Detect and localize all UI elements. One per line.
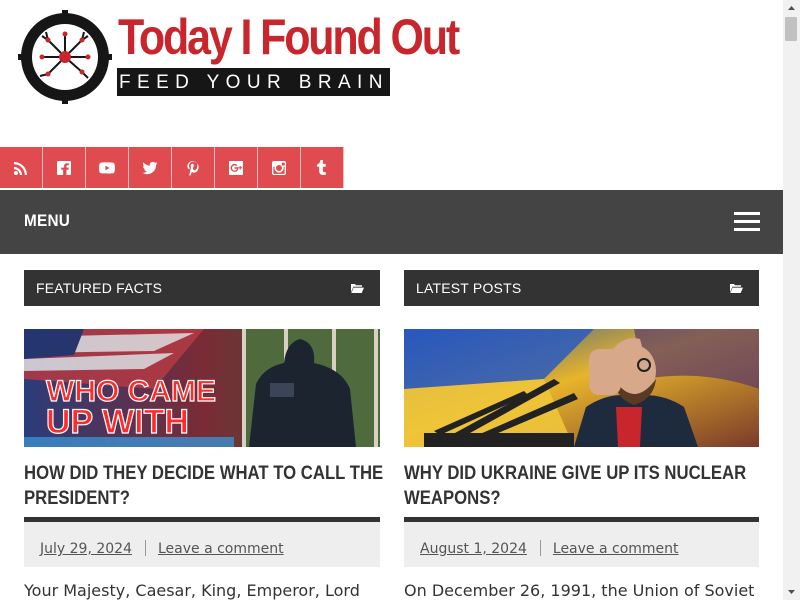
menu-label[interactable]: MENU: [24, 211, 70, 231]
meta-separator: [144, 540, 146, 556]
folder-open-icon: [730, 284, 743, 293]
latest-posts-widget: LATEST POSTS WHY DID UKRAINE GIVE UP ITS…: [404, 270, 759, 600]
latest-posts-header: LATEST POSTS: [404, 270, 759, 306]
featured-post-thumbnail[interactable]: WHO CAME UP WITH: [24, 329, 380, 447]
scroll-down-arrow-icon[interactable]: [783, 583, 800, 600]
featured-facts-widget: FEATURED FACTS WHO CAME UP WITH HOW DID …: [24, 270, 383, 600]
twitter-icon: [142, 161, 158, 174]
scroll-up-arrow-icon[interactable]: [783, 0, 800, 17]
tumblr-button[interactable]: [301, 147, 344, 188]
president-thumbnail-image: WHO CAME UP WITH: [24, 329, 380, 447]
thumbnail-text-line2: UP WITH: [46, 403, 189, 441]
scrollbar-thumb[interactable]: [785, 17, 797, 41]
latest-comment-link[interactable]: Leave a comment: [553, 541, 679, 557]
featured-post-excerpt: Your Majesty, Caesar, King, Emperor, Lor…: [24, 581, 360, 600]
hamburger-menu-icon[interactable]: [734, 212, 760, 232]
instagram-button[interactable]: [258, 147, 301, 188]
rss-icon: [14, 161, 27, 175]
latest-posts-title: LATEST POSTS: [416, 280, 522, 296]
facebook-button[interactable]: [43, 147, 86, 188]
ukraine-thumbnail-image: [404, 329, 759, 447]
featured-post-meta: July 29, 2024 Leave a comment: [24, 517, 380, 567]
google-plus-button[interactable]: [215, 147, 258, 188]
youtube-button[interactable]: [86, 147, 129, 188]
featured-facts-header: FEATURED FACTS: [24, 270, 380, 306]
pinterest-icon: [187, 160, 199, 176]
facebook-icon: [57, 160, 71, 175]
featured-post-title-link[interactable]: HOW DID THEY DECIDE WHAT TO CALL THE PRE…: [24, 461, 384, 511]
logo-tagline: FEED YOUR BRAIN: [117, 68, 390, 96]
page-scrollbar[interactable]: [783, 0, 800, 600]
logo-title: Today I Found Out: [118, 9, 460, 65]
site-logo-link[interactable]: Today I Found Out FEED YOUR BRAIN: [18, 9, 460, 106]
folder-open-icon: [351, 284, 364, 293]
instagram-icon: [272, 160, 286, 175]
main-navbar: MENU: [0, 190, 783, 254]
featured-comment-link[interactable]: Leave a comment: [158, 541, 284, 557]
twitter-button[interactable]: [129, 147, 172, 188]
latest-post-title-link[interactable]: WHY DID UKRAINE GIVE UP ITS NUCLEAR WEAP…: [404, 461, 763, 511]
neuron-crosshair-logo-icon: [18, 10, 112, 104]
latest-post-excerpt: On December 26, 1991, the Union of Sovie…: [404, 581, 755, 600]
latest-post-thumbnail[interactable]: [404, 329, 759, 447]
meta-separator: [539, 540, 541, 556]
pinterest-button[interactable]: [172, 147, 215, 188]
latest-post-meta: August 1, 2024 Leave a comment: [404, 517, 759, 567]
latest-post-date-link[interactable]: August 1, 2024: [420, 541, 527, 557]
featured-post-date-link[interactable]: July 29, 2024: [40, 541, 132, 557]
social-links-bar: [0, 147, 344, 189]
youtube-icon: [99, 161, 115, 174]
rss-button[interactable]: [0, 147, 43, 188]
google-plus-icon: [229, 160, 243, 175]
page: Today I Found Out FEED YOUR BRAIN MENU F…: [0, 0, 783, 600]
featured-facts-title: FEATURED FACTS: [36, 280, 163, 296]
tumblr-icon: [317, 159, 326, 175]
